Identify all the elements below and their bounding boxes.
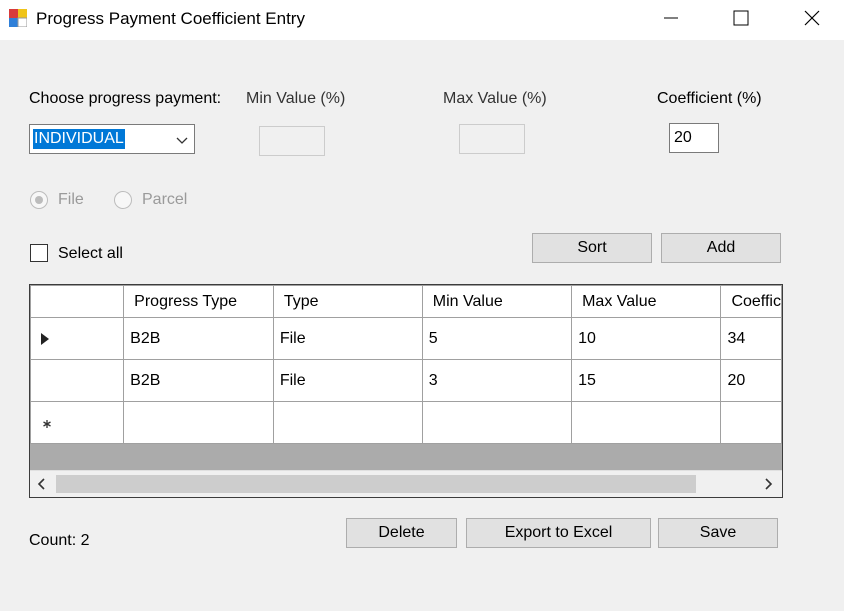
cell-min-value[interactable]: 5 bbox=[421, 317, 573, 360]
scroll-left-icon[interactable] bbox=[34, 476, 50, 492]
new-row[interactable] bbox=[30, 401, 782, 444]
cell-coefficient[interactable]: 34 bbox=[720, 317, 782, 360]
add-button[interactable]: Add bbox=[661, 233, 781, 263]
cell-min-value[interactable]: 3 bbox=[421, 359, 573, 402]
file-radio-label: File bbox=[58, 191, 84, 208]
coefficient-text: 20 bbox=[674, 129, 692, 146]
cell-type[interactable]: File bbox=[272, 359, 423, 402]
close-button[interactable] bbox=[781, 0, 843, 36]
max-value-field[interactable] bbox=[459, 124, 525, 154]
table-row[interactable]: B2B File 5 10 34 bbox=[30, 317, 782, 360]
cell-min-value[interactable] bbox=[421, 401, 573, 444]
cell-type[interactable] bbox=[272, 401, 423, 444]
title-bar: Progress Payment Coefficient Entry bbox=[0, 0, 844, 40]
column-header-type[interactable]: Type bbox=[272, 285, 423, 318]
max-value-label: Max Value (%) bbox=[443, 90, 547, 107]
cell-progress-type[interactable]: B2B bbox=[123, 359, 274, 402]
grid-header-row: Progress Type Type Min Value Max Value C… bbox=[30, 285, 782, 318]
minimize-icon bbox=[664, 17, 678, 19]
cell-progress-type[interactable] bbox=[123, 401, 274, 444]
minimize-button[interactable] bbox=[640, 0, 702, 36]
cell-type[interactable]: File bbox=[272, 317, 423, 360]
cell-progress-type[interactable]: B2B bbox=[123, 317, 274, 360]
export-to-excel-button[interactable]: Export to Excel bbox=[466, 518, 651, 548]
current-row-arrow-icon bbox=[41, 333, 49, 345]
cell-coefficient[interactable]: 20 bbox=[720, 359, 782, 402]
select-all-checkbox[interactable] bbox=[30, 244, 48, 262]
column-header-min-value[interactable]: Min Value bbox=[421, 285, 573, 318]
app-icon bbox=[9, 9, 28, 28]
column-header-progress-type[interactable]: Progress Type bbox=[123, 285, 274, 318]
new-row-asterisk-icon bbox=[43, 420, 51, 428]
parcel-radio-label: Parcel bbox=[142, 191, 188, 208]
data-grid[interactable]: Progress Type Type Min Value Max Value C… bbox=[29, 284, 783, 498]
grid-corner-cell[interactable] bbox=[30, 285, 125, 318]
delete-button[interactable]: Delete bbox=[346, 518, 457, 548]
table-row[interactable]: B2B File 3 15 20 bbox=[30, 359, 782, 402]
horizontal-scrollbar[interactable] bbox=[30, 470, 782, 497]
payment-type-dropdown[interactable]: INDIVIDUAL bbox=[29, 124, 195, 154]
sort-button[interactable]: Sort bbox=[532, 233, 652, 263]
min-value-field[interactable] bbox=[259, 126, 325, 156]
window-title: Progress Payment Coefficient Entry bbox=[36, 9, 305, 28]
maximize-icon bbox=[733, 10, 749, 26]
select-all-label: Select all bbox=[58, 245, 123, 262]
row-header[interactable] bbox=[30, 317, 125, 360]
coefficient-field[interactable]: 20 bbox=[669, 123, 719, 153]
coefficient-label: Coefficient (%) bbox=[657, 90, 762, 107]
maximize-button[interactable] bbox=[710, 0, 772, 36]
row-header[interactable] bbox=[30, 401, 125, 444]
column-header-coefficient[interactable]: Coeffic bbox=[720, 285, 782, 318]
close-icon bbox=[804, 10, 820, 26]
cell-max-value[interactable]: 10 bbox=[571, 317, 722, 360]
scrollbar-thumb[interactable] bbox=[56, 475, 696, 493]
cell-max-value[interactable]: 15 bbox=[571, 359, 722, 402]
row-header[interactable] bbox=[30, 359, 125, 402]
scroll-right-icon[interactable] bbox=[760, 476, 776, 492]
parcel-radio[interactable] bbox=[114, 191, 132, 209]
column-header-max-value[interactable]: Max Value bbox=[571, 285, 722, 318]
min-value-label: Min Value (%) bbox=[246, 90, 346, 107]
cell-coefficient[interactable] bbox=[720, 401, 782, 444]
save-button[interactable]: Save bbox=[658, 518, 778, 548]
file-radio[interactable] bbox=[30, 191, 48, 209]
choose-payment-label: Choose progress payment: bbox=[29, 90, 222, 107]
count-label: Count: 2 bbox=[29, 532, 90, 549]
chevron-down-icon bbox=[176, 133, 188, 151]
cell-max-value[interactable] bbox=[571, 401, 722, 444]
payment-type-selected: INDIVIDUAL bbox=[33, 129, 125, 149]
